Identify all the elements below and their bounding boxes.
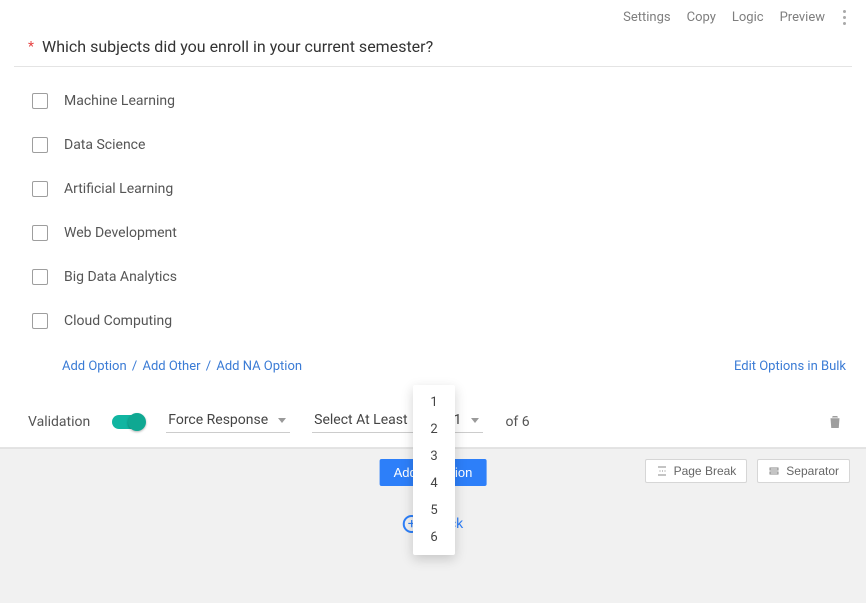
option-row[interactable]: Machine Learning [32,87,852,115]
checkbox-icon[interactable] [32,181,48,197]
validation-rule-value: Select At Least [314,412,407,428]
validation-of-label: of 6 [505,414,529,430]
validation-mode-value: Force Response [168,412,268,428]
option-label[interactable]: Big Data Analytics [64,269,177,285]
option-row[interactable]: Data Science [32,131,852,159]
dropdown-item[interactable]: 3 [413,443,455,470]
checkbox-icon[interactable] [32,137,48,153]
chevron-down-icon [471,418,479,423]
separator-button[interactable]: Separator [757,459,850,483]
separator-label: Separator [786,464,839,478]
option-label[interactable]: Machine Learning [64,93,175,109]
page-break-icon [656,465,668,477]
edit-options-bulk-link[interactable]: Edit Options in Bulk [734,359,846,374]
dropdown-item[interactable]: 1 [413,389,455,416]
chevron-down-icon [278,418,286,423]
copy-link[interactable]: Copy [687,10,716,25]
required-star-icon: * [28,39,34,55]
validation-label: Validation [28,414,90,430]
add-other-link[interactable]: Add Other [142,359,200,374]
separator-text: / [130,359,139,374]
option-row[interactable]: Big Data Analytics [32,263,852,291]
more-menu-icon[interactable] [841,10,848,25]
options-list: Machine Learning Data Science Artificial… [0,67,866,359]
preview-link[interactable]: Preview [780,10,825,25]
checkbox-icon[interactable] [32,269,48,285]
validation-count-select[interactable]: 1 [452,410,484,433]
validation-toggle[interactable] [112,415,144,429]
question-text[interactable]: Which subjects did you enroll in your cu… [42,37,433,56]
option-row[interactable]: Cloud Computing [32,307,852,335]
dropdown-item[interactable]: 5 [413,497,455,524]
dropdown-item[interactable]: 2 [413,416,455,443]
dropdown-item[interactable]: 6 [413,524,455,551]
option-label[interactable]: Artificial Learning [64,181,173,197]
page-break-button[interactable]: Page Break [645,459,748,483]
validation-mode-select[interactable]: Force Response [166,410,290,433]
option-label[interactable]: Cloud Computing [64,313,172,329]
validation-count-dropdown[interactable]: 1 2 3 4 5 6 [413,385,455,555]
checkbox-icon[interactable] [32,313,48,329]
question-header: * Which subjects did you enroll in your … [14,31,852,67]
delete-question-button[interactable] [826,413,844,431]
validation-rule-select[interactable]: Select At Least [312,410,429,433]
option-label[interactable]: Data Science [64,137,145,153]
option-row[interactable]: Artificial Learning [32,175,852,203]
separator-icon [768,465,780,477]
checkbox-icon[interactable] [32,93,48,109]
add-na-option-link[interactable]: Add NA Option [216,359,302,374]
checkbox-icon[interactable] [32,225,48,241]
option-row[interactable]: Web Development [32,219,852,247]
dropdown-item[interactable]: 4 [413,470,455,497]
option-label[interactable]: Web Development [64,225,177,241]
add-option-link[interactable]: Add Option [62,359,127,374]
separator-text: / [204,359,213,374]
logic-link[interactable]: Logic [732,10,764,25]
settings-link[interactable]: Settings [623,10,670,25]
page-break-label: Page Break [674,464,737,478]
